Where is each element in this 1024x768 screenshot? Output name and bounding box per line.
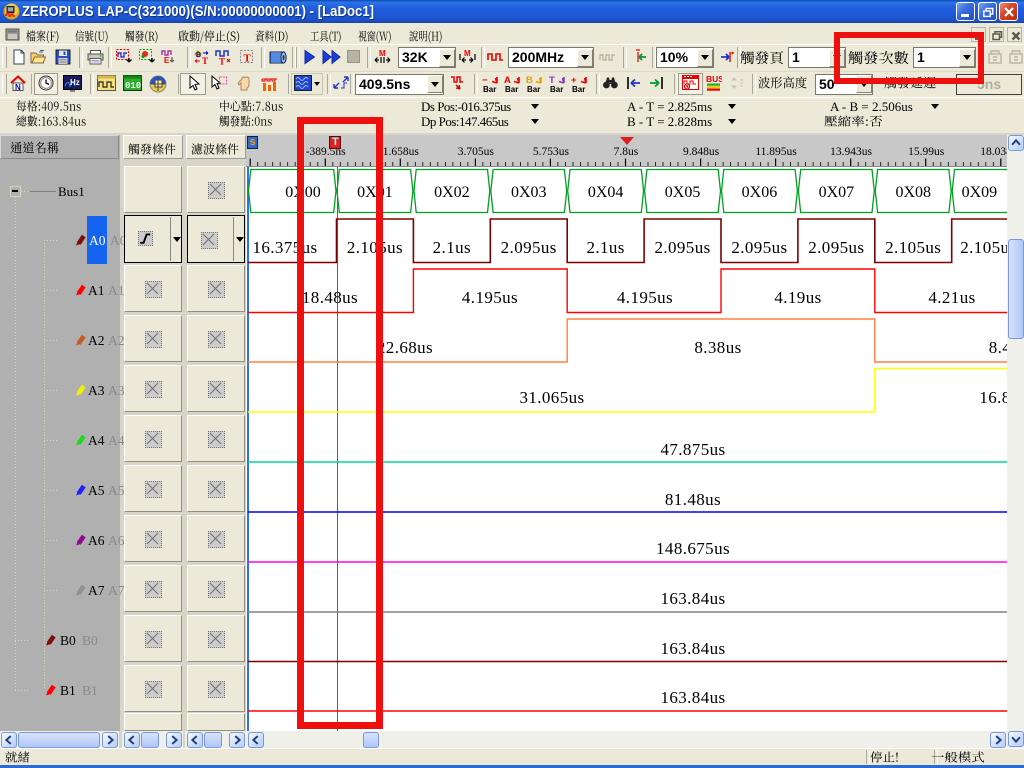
svg-text:E: E <box>164 56 170 65</box>
svg-text:B: B <box>196 52 201 59</box>
svg-text:T: T <box>202 56 208 65</box>
svg-text:BUS: BUS <box>706 75 722 84</box>
svg-text:M: M <box>379 49 386 58</box>
svg-text:Hz: Hz <box>70 78 80 87</box>
svg-text:Bar: Bar <box>550 85 563 93</box>
svg-text:Bar: Bar <box>505 85 518 93</box>
svg-text:M: M <box>464 49 471 58</box>
svg-text:Bar: Bar <box>572 85 585 93</box>
svg-text:T: T <box>219 57 225 66</box>
svg-text:T: T <box>244 53 252 65</box>
svg-text:010: 010 <box>125 81 141 91</box>
svg-text:N: N <box>15 83 21 92</box>
svg-text:Bar: Bar <box>483 85 496 93</box>
svg-text:Bar: Bar <box>527 85 540 93</box>
